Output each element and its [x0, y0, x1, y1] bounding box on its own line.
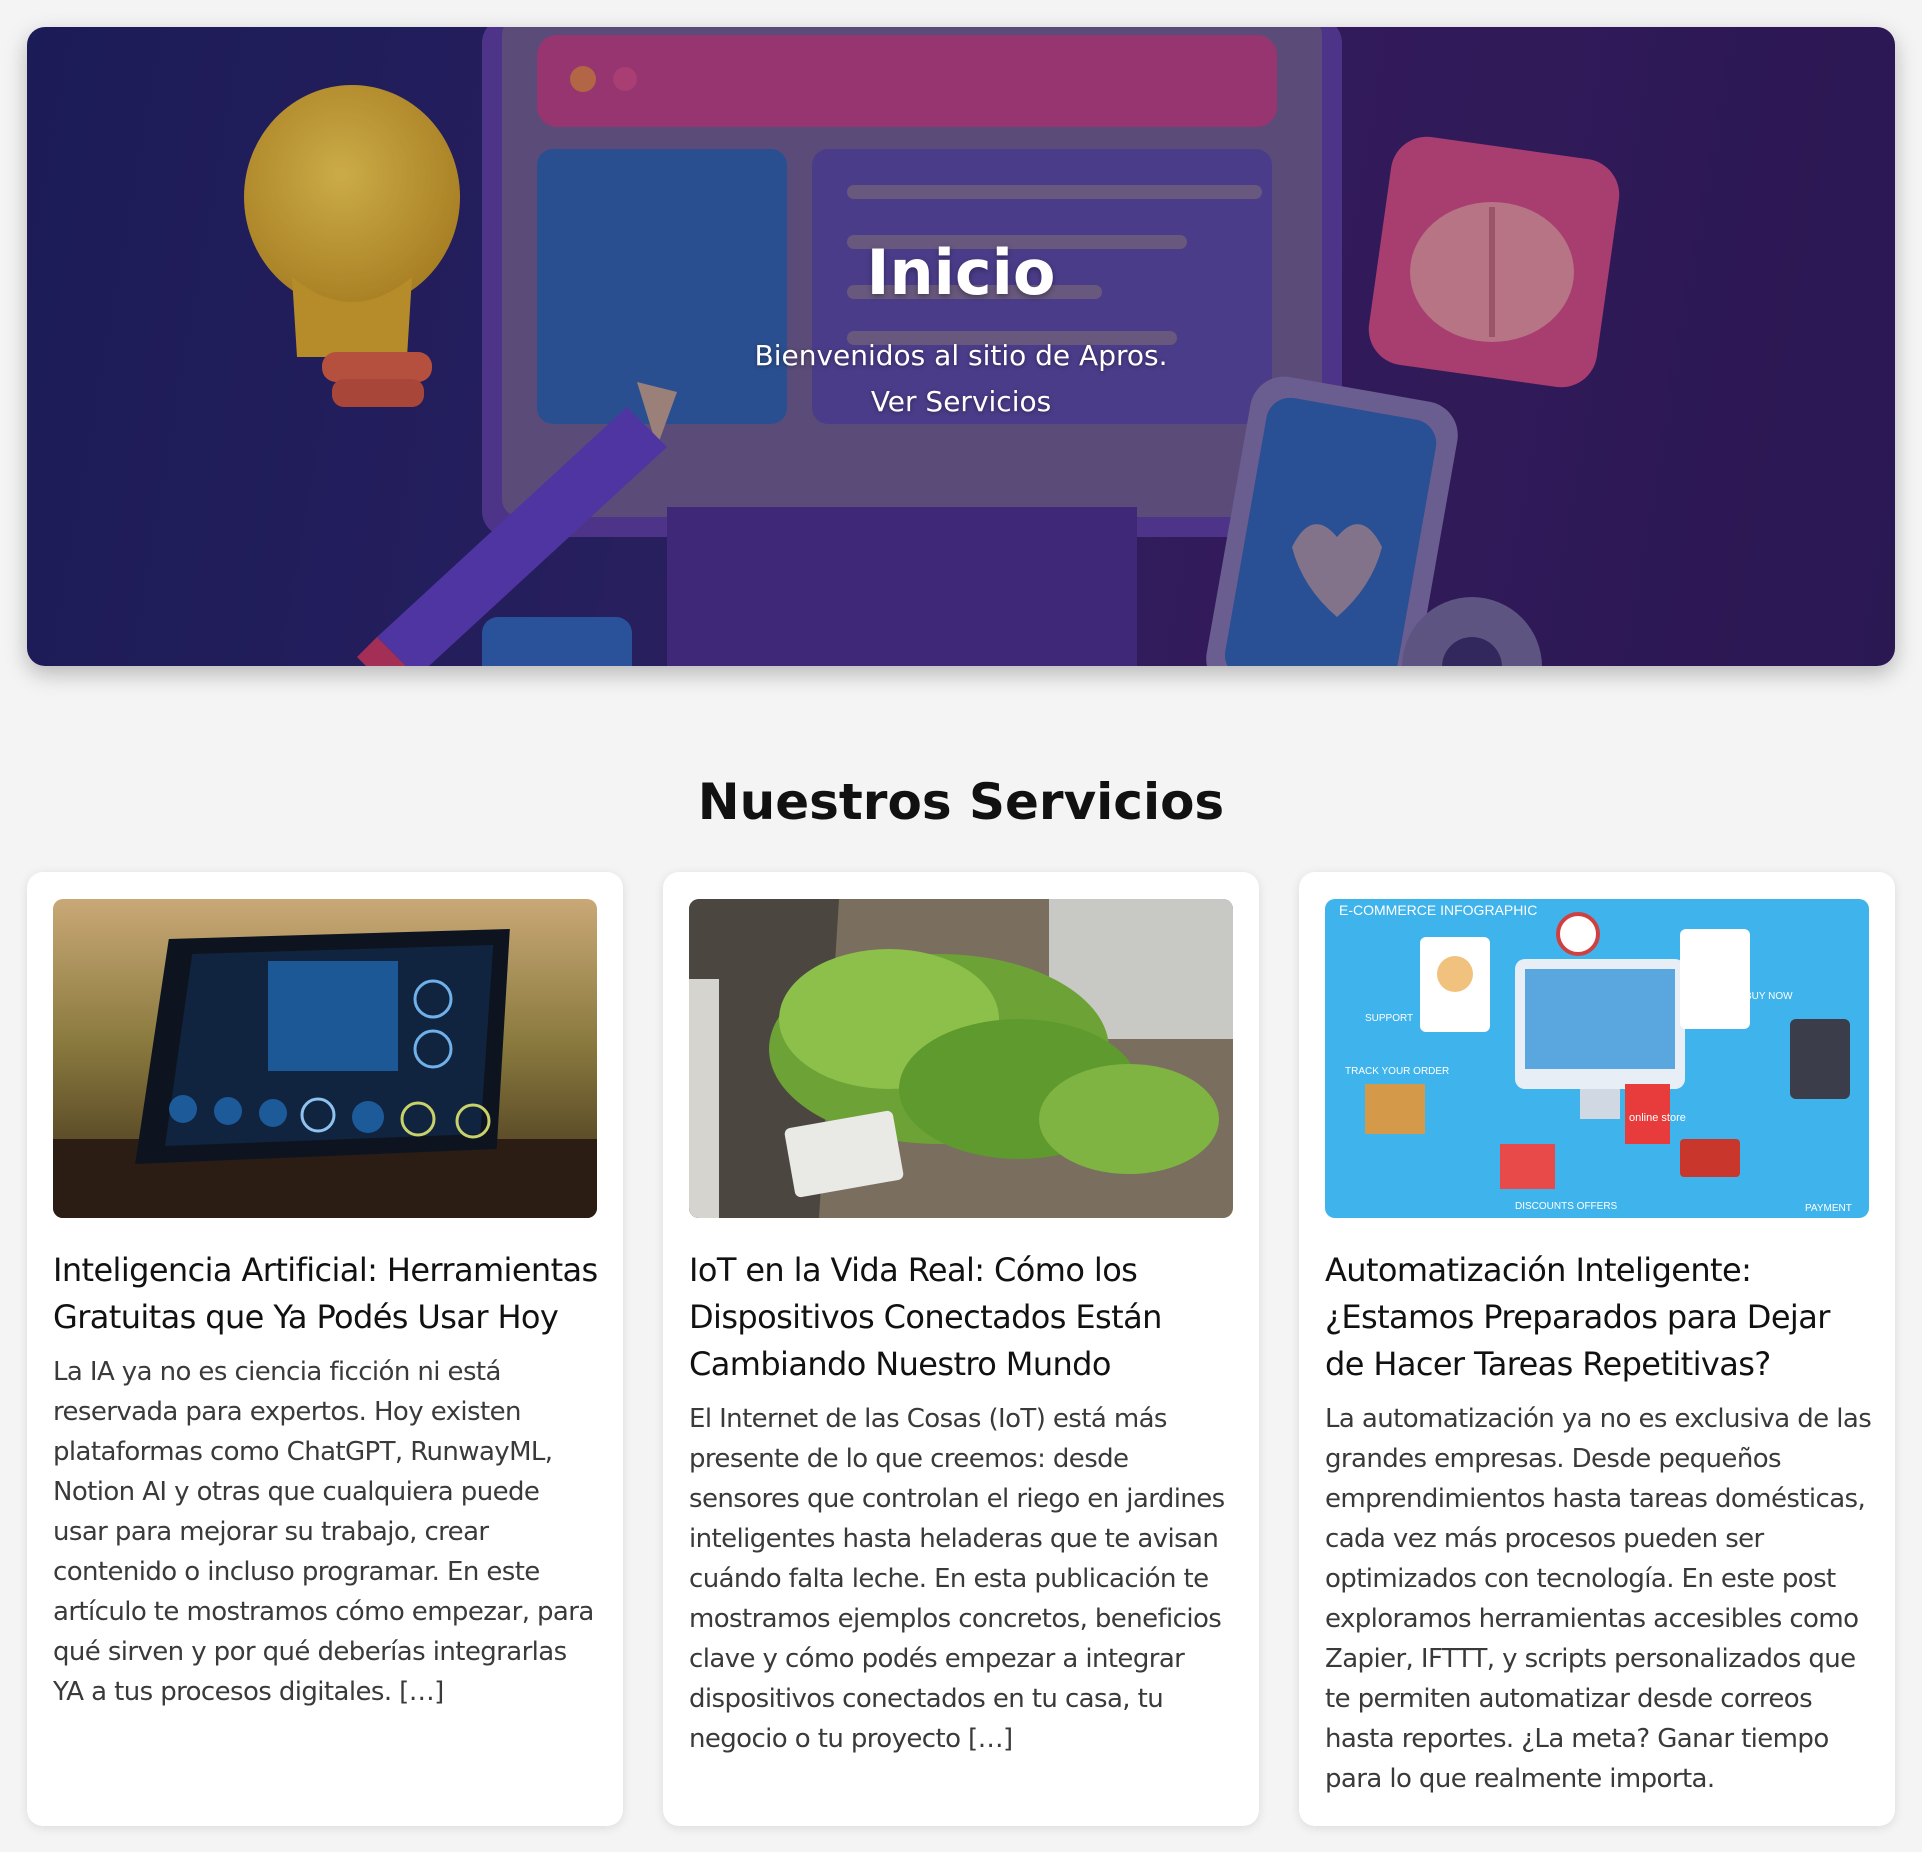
- infographic-discounts-label: DISCOUNTS OFFERS: [1515, 1201, 1618, 1212]
- card-excerpt: El Internet de las Cosas (IoT) está más …: [689, 1404, 1225, 1754]
- hero-title: Inicio: [866, 236, 1056, 309]
- card-image-ecommerce: E-COMMERCE INFOGRAPHIC online store SUPP…: [1325, 899, 1869, 1218]
- services-heading: Nuestros Servicios: [697, 773, 1225, 831]
- view-services-link[interactable]: Ver Servicios: [871, 385, 1051, 418]
- card-image-tablet: [53, 899, 597, 1218]
- infographic-buy-now-label: BUY NOW: [1745, 991, 1793, 1002]
- infographic-online-store-label: online store: [1629, 1112, 1686, 1124]
- card-title[interactable]: IoT en la Vida Real: Cómo los Dispositiv…: [689, 1247, 1237, 1388]
- infographic-support-label: SUPPORT: [1365, 1013, 1413, 1024]
- card-excerpt: La automatización ya no es exclusiva de …: [1325, 1404, 1872, 1794]
- service-card-ai[interactable]: Inteligencia Artificial: Herramientas Gr…: [27, 872, 623, 1826]
- card-title[interactable]: Automatización Inteligente: ¿Estamos Pre…: [1325, 1247, 1873, 1388]
- infographic-track-label: TRACK YOUR ORDER: [1345, 1066, 1449, 1077]
- card-image-hydroponic: [689, 899, 1233, 1218]
- service-card-automation[interactable]: E-COMMERCE INFOGRAPHIC online store SUPP…: [1299, 872, 1895, 1826]
- hero-subtitle: Bienvenidos al sitio de Apros.: [754, 339, 1168, 372]
- hero-banner: Inicio Bienvenidos al sitio de Apros. Ve…: [27, 27, 1895, 666]
- card-title[interactable]: Inteligencia Artificial: Herramientas Gr…: [53, 1247, 601, 1341]
- infographic-payment-label: PAYMENT: [1805, 1203, 1852, 1214]
- card-excerpt: La IA ya no es ciencia ficción ni está r…: [53, 1357, 594, 1707]
- service-card-iot[interactable]: IoT en la Vida Real: Cómo los Dispositiv…: [663, 872, 1259, 1826]
- infographic-header: E-COMMERCE INFOGRAPHIC: [1339, 902, 1537, 918]
